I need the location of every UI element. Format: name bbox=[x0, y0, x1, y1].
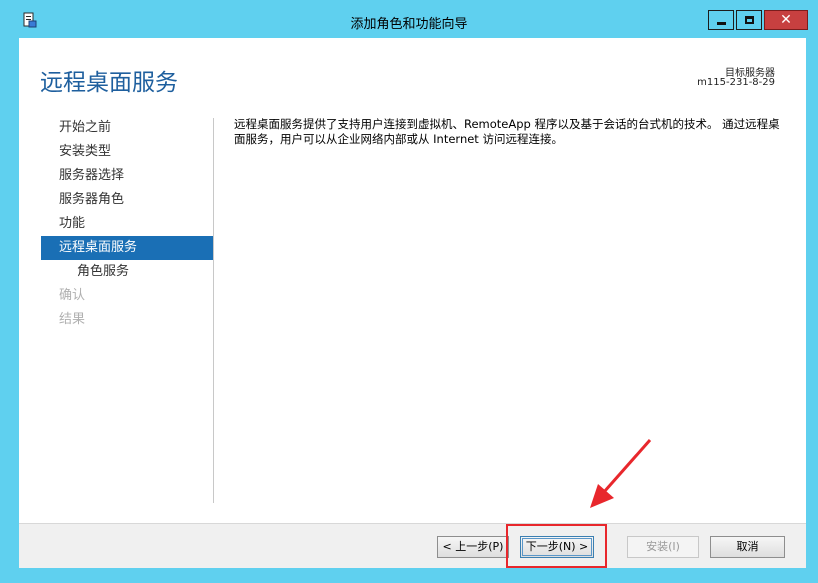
nav-item-server-selection[interactable]: 服务器选择 bbox=[41, 164, 213, 188]
nav-item-remote-desktop-services[interactable]: 远程桌面服务 bbox=[41, 236, 213, 260]
destination-server-value: m115-231-8-29 bbox=[697, 77, 775, 88]
nav-item-results: 结果 bbox=[59, 312, 86, 327]
nav-item-server-roles[interactable]: 服务器角色 bbox=[41, 188, 213, 212]
minimize-icon bbox=[716, 22, 726, 25]
maximize-button[interactable] bbox=[736, 10, 762, 30]
page-title: 远程桌面服务 bbox=[40, 70, 178, 96]
nav-item-before-you-begin[interactable]: 开始之前 bbox=[41, 116, 213, 140]
close-button[interactable]: ✕ bbox=[764, 10, 808, 30]
nav-divider bbox=[213, 118, 214, 503]
minimize-button[interactable] bbox=[708, 10, 734, 30]
nav-item-role-services[interactable]: 角色服务 bbox=[41, 260, 213, 284]
wizard-window: 添加角色和功能向导 ✕ 远程桌面服务 目标服务器 m115-231-8-29 开… bbox=[0, 0, 818, 583]
cancel-button[interactable]: 取消 bbox=[710, 536, 785, 558]
nav-item-installation-type[interactable]: 安装类型 bbox=[41, 140, 213, 164]
install-button: 安装(I) bbox=[627, 536, 699, 558]
annotation-highlight-box bbox=[506, 524, 607, 568]
title-bar[interactable]: 添加角色和功能向导 ✕ bbox=[0, 0, 818, 38]
previous-button[interactable]: < 上一步(P) bbox=[437, 536, 509, 558]
wizard-client-area: 远程桌面服务 目标服务器 m115-231-8-29 开始之前 安装类型 服务器… bbox=[19, 38, 806, 568]
maximize-icon bbox=[744, 16, 754, 24]
window-title: 添加角色和功能向导 bbox=[350, 17, 468, 32]
close-icon: ✕ bbox=[780, 12, 792, 28]
nav-item-confirmation: 确认 bbox=[59, 288, 86, 303]
role-description: 远程桌面服务提供了支持用户连接到虚拟机、RemoteApp 程序以及基于会话的台… bbox=[234, 117, 780, 146]
wizard-nav: 开始之前 安装类型 服务器选择 服务器角色 功能 远程桌面服务 角色服务 确认 … bbox=[41, 116, 213, 332]
nav-item-features[interactable]: 功能 bbox=[41, 212, 213, 236]
wizard-footer: < 上一步(P) 下一步(N) > 安装(I) 取消 bbox=[19, 523, 806, 568]
